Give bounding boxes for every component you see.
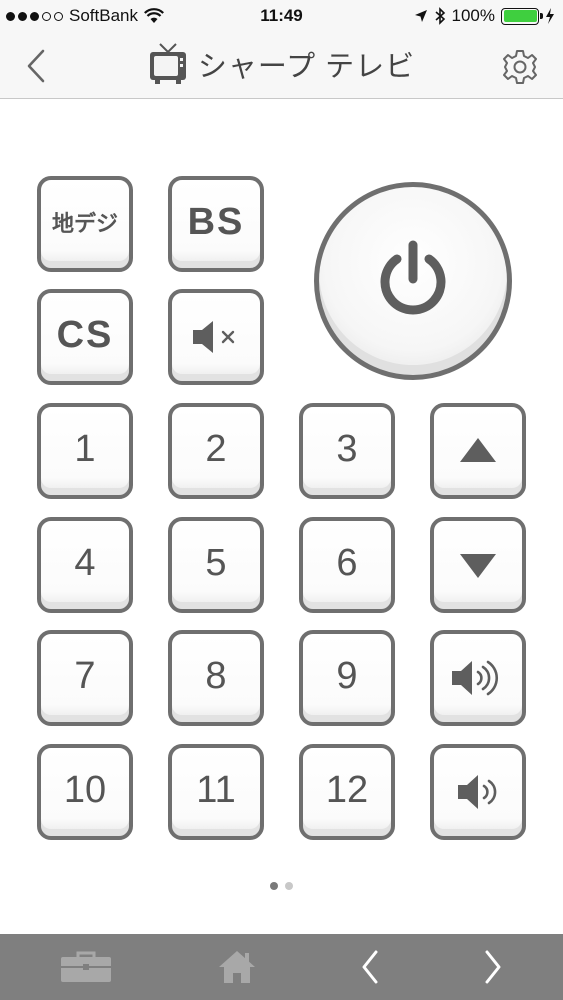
triangle-down-icon bbox=[460, 554, 496, 578]
channel-2-button[interactable]: 2 bbox=[168, 403, 264, 499]
page-dot-active[interactable] bbox=[270, 882, 278, 890]
cs-label: CS bbox=[56, 313, 114, 356]
power-button[interactable] bbox=[314, 182, 512, 380]
page-dot[interactable] bbox=[285, 882, 293, 890]
power-icon bbox=[380, 240, 446, 315]
channel-6-button[interactable]: 6 bbox=[299, 517, 395, 613]
nav-bar: シャープ テレビ bbox=[0, 34, 563, 99]
volume-down-icon bbox=[458, 775, 497, 809]
chideji-button[interactable]: 地デジ bbox=[37, 176, 133, 272]
charging-icon bbox=[546, 8, 554, 24]
channel-1-button[interactable]: 1 bbox=[37, 403, 133, 499]
home-icon bbox=[219, 951, 255, 983]
channel-12-button[interactable]: 12 bbox=[299, 744, 395, 840]
channel-8-button[interactable]: 8 bbox=[168, 630, 264, 726]
channel-5-button[interactable]: 5 bbox=[168, 517, 264, 613]
gear-icon bbox=[503, 50, 537, 84]
volume-up-icon bbox=[452, 660, 498, 696]
channel-5-label: 5 bbox=[205, 541, 227, 584]
chevron-left-icon bbox=[362, 950, 378, 984]
bs-label: BS bbox=[187, 200, 245, 243]
channel-7-label: 7 bbox=[74, 654, 96, 697]
chevron-right-icon bbox=[485, 950, 501, 984]
bluetooth-icon bbox=[434, 7, 445, 25]
channel-1-label: 1 bbox=[74, 427, 96, 470]
page-title: シャープ テレビ bbox=[197, 51, 416, 83]
nav-title-group: シャープ テレビ bbox=[0, 42, 563, 86]
volume-down-button[interactable] bbox=[430, 744, 526, 840]
channel-12-label: 12 bbox=[325, 768, 369, 811]
channel-3-button[interactable]: 3 bbox=[299, 403, 395, 499]
battery-icon bbox=[501, 7, 543, 25]
channel-10-label: 10 bbox=[63, 768, 107, 811]
triangle-up-icon bbox=[460, 438, 496, 462]
channel-11-button[interactable]: 11 bbox=[168, 744, 264, 840]
bs-button[interactable]: BS bbox=[168, 176, 264, 272]
channel-8-label: 8 bbox=[205, 654, 227, 697]
channel-9-button[interactable]: 9 bbox=[299, 630, 395, 726]
channel-3-label: 3 bbox=[336, 427, 358, 470]
battery-percent: 100% bbox=[451, 6, 495, 25]
channel-6-label: 6 bbox=[336, 541, 358, 584]
status-bar: SoftBank 11:49 100% bbox=[0, 0, 563, 34]
toolbox-icon bbox=[61, 951, 111, 982]
channel-2-label: 2 bbox=[205, 427, 227, 470]
status-right: 100% bbox=[414, 6, 555, 26]
channel-9-label: 9 bbox=[336, 654, 358, 697]
previous-page-button[interactable] bbox=[320, 934, 420, 1000]
settings-button[interactable] bbox=[501, 48, 539, 86]
mute-icon bbox=[193, 321, 235, 353]
next-page-button[interactable] bbox=[443, 934, 543, 1000]
cs-button[interactable]: CS bbox=[37, 289, 133, 385]
volume-up-button[interactable] bbox=[430, 630, 526, 726]
channel-down-button[interactable] bbox=[430, 517, 526, 613]
channel-4-button[interactable]: 4 bbox=[37, 517, 133, 613]
page-indicator bbox=[0, 882, 563, 890]
channel-11-label: 11 bbox=[196, 768, 236, 811]
channel-up-button[interactable] bbox=[430, 403, 526, 499]
remote-panel: 地デジ BS CS 1 2 3 4 5 6 7 8 9 10 11 12 bbox=[0, 99, 563, 934]
tv-icon bbox=[149, 43, 186, 84]
home-button[interactable] bbox=[187, 934, 287, 1000]
location-icon bbox=[414, 10, 427, 22]
bottom-toolbar bbox=[0, 934, 563, 1000]
channel-10-button[interactable]: 10 bbox=[37, 744, 133, 840]
toolbox-button[interactable] bbox=[36, 934, 136, 1000]
channel-4-label: 4 bbox=[74, 541, 96, 584]
chideji-label: 地デジ bbox=[51, 211, 118, 236]
mute-button[interactable] bbox=[168, 289, 264, 385]
channel-7-button[interactable]: 7 bbox=[37, 630, 133, 726]
